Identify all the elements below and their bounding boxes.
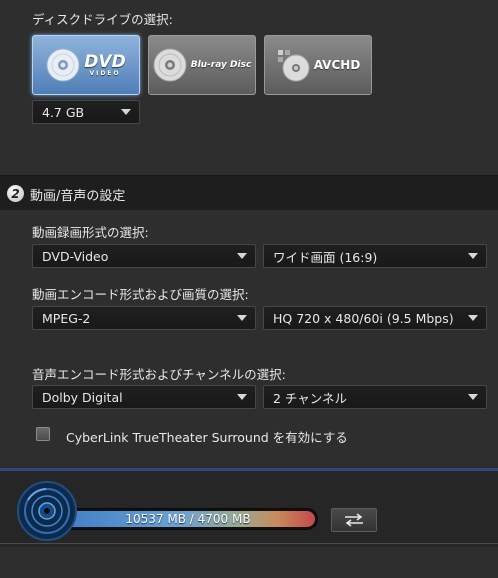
chevron-down-icon xyxy=(468,315,478,321)
video-format-label: 動画録画形式の選択: xyxy=(32,225,149,240)
audio-channels-value: 2 チャンネル xyxy=(273,390,348,406)
audio-encode-label: 音声エンコード形式およびチャンネルの選択: xyxy=(32,367,286,382)
capacity-text: 10537 MB / 4700 MB xyxy=(125,512,251,526)
bluray-disc-icon xyxy=(153,48,187,82)
audio-codec-dropdown[interactable]: Dolby Digital xyxy=(32,385,256,409)
chevron-down-icon xyxy=(237,394,247,400)
surround-label: CyberLink TrueTheater Surround を有効にする xyxy=(66,430,348,445)
video-encode-label: 動画エンコード形式および画質の選択: xyxy=(32,287,249,302)
dvd-sub-label: VIDEO xyxy=(89,69,121,77)
disc-usage-icon xyxy=(17,481,77,541)
chevron-down-icon xyxy=(468,253,478,259)
video-codec-dropdown[interactable]: MPEG-2 xyxy=(32,306,256,330)
disc-capacity-value: 4.7 GB xyxy=(42,104,85,120)
video-codec-value: MPEG-2 xyxy=(42,310,91,326)
surround-checkbox[interactable] xyxy=(36,427,50,441)
dvd-disc-icon xyxy=(46,48,80,82)
step-number-badge: 2 xyxy=(7,185,24,202)
chevron-down-icon xyxy=(468,394,478,400)
av-settings-header: 2 動画/音声の設定 xyxy=(0,175,498,210)
footer-divider xyxy=(0,543,498,544)
chevron-down-icon xyxy=(237,315,247,321)
chevron-down-icon xyxy=(237,253,247,259)
chevron-down-icon xyxy=(121,109,131,115)
avchd-brand-label: AVCHD xyxy=(313,58,361,72)
disc-capacity-dropdown[interactable]: 4.7 GB xyxy=(32,100,140,124)
avchd-disc-icon xyxy=(277,50,310,82)
bluray-brand-label: Blu-ray Disc xyxy=(190,59,252,70)
av-settings-title: 動画/音声の設定 xyxy=(30,189,126,204)
dvd-brand-label: DVD xyxy=(84,51,126,72)
dvd-disc-button[interactable]: DVD VIDEO xyxy=(32,35,140,95)
swap-button[interactable] xyxy=(331,508,377,532)
aspect-ratio-dropdown[interactable]: ワイド画面 (16:9) xyxy=(263,244,487,268)
disc-section-title: ディスクドライブの選択: xyxy=(32,12,173,27)
audio-codec-value: Dolby Digital xyxy=(42,389,123,405)
aspect-ratio-value: ワイド画面 (16:9) xyxy=(273,249,378,265)
bluray-disc-button[interactable]: Blu-ray Disc xyxy=(148,35,256,95)
capacity-meter: 10537 MB / 4700 MB xyxy=(58,508,318,530)
avchd-disc-button[interactable]: AVCHD xyxy=(264,35,372,95)
audio-channels-dropdown[interactable]: 2 チャンネル xyxy=(263,385,487,409)
swap-arrows-icon xyxy=(345,513,363,527)
video-quality-dropdown[interactable]: HQ 720 x 480/60i (9.5 Mbps) xyxy=(263,306,487,330)
video-quality-value: HQ 720 x 480/60i (9.5 Mbps) xyxy=(273,310,454,326)
video-format-dropdown[interactable]: DVD-Video xyxy=(32,244,256,268)
video-format-value: DVD-Video xyxy=(42,248,109,264)
